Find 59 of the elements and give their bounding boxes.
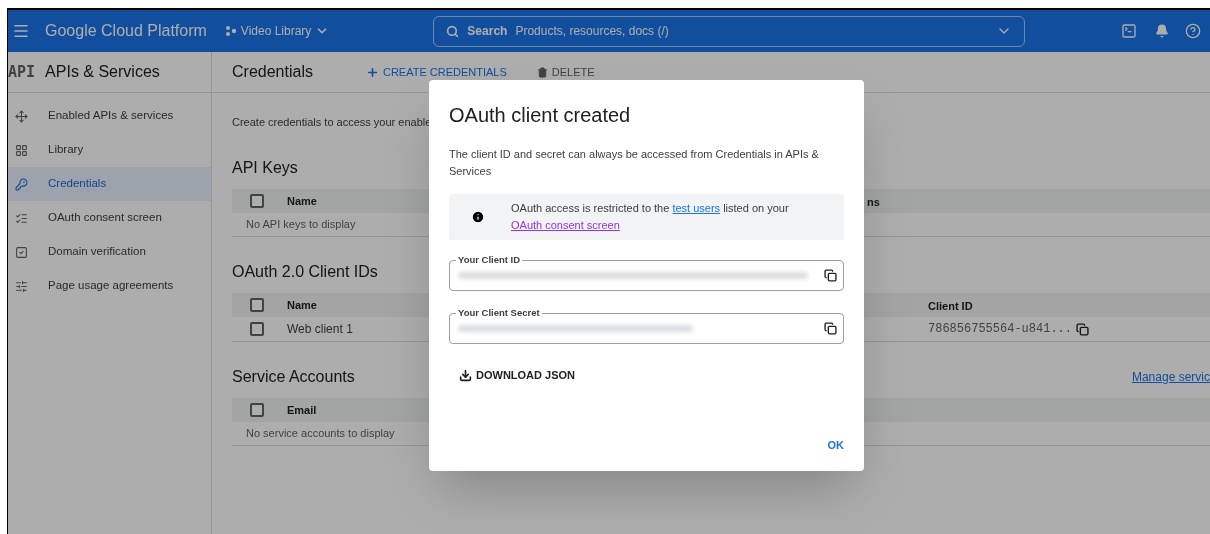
column-header: Client ID (928, 300, 973, 312)
section-title: APIs & Services (45, 62, 160, 82)
bell-icon[interactable] (1155, 24, 1170, 38)
page-title: Credentials (232, 62, 313, 82)
copy-icon[interactable] (1076, 322, 1090, 336)
search-label: Search (467, 23, 508, 40)
sidebar-item[interactable]: Enabled APIs & services (8, 99, 211, 133)
link[interactable]: OAuth consent screen (511, 219, 620, 231)
sidebar-item[interactable]: Credentials (8, 167, 211, 201)
search-field[interactable]: Search Products, resources, docs (/) (433, 15, 1026, 47)
section-title: OAuth 2.0 Client IDs (232, 263, 378, 280)
sidebar-item[interactable]: Library (8, 133, 211, 167)
search-placeholder: Products, resources, docs (/) (515, 23, 669, 40)
checkbox[interactable] (250, 194, 264, 208)
sidebar-item[interactable]: Page usage agreements (8, 269, 211, 303)
info-icon (471, 210, 485, 224)
help-icon[interactable] (1185, 23, 1202, 39)
checkbox[interactable] (250, 322, 264, 336)
column-header: Email (287, 402, 317, 418)
sidebar-item[interactable]: Domain verification (8, 235, 211, 269)
dots-icon (224, 25, 237, 37)
plus-icon (365, 65, 379, 79)
grid-icon (15, 143, 28, 157)
table-cell-text: 786856755564-u841... (928, 321, 1073, 338)
column-header: Name (287, 193, 317, 209)
sliders-icon (15, 279, 28, 293)
column-header: ns (867, 196, 880, 208)
delete-button[interactable]: DELETE (536, 63, 595, 81)
section-title: API Keys (232, 159, 298, 176)
sidebar-item[interactable]: OAuth consent screen (8, 201, 211, 235)
manage-link[interactable]: Manage servic (1131, 368, 1210, 386)
ok-button[interactable]: OK (827, 436, 844, 453)
app-title[interactable]: Google Cloud Platform (45, 19, 207, 43)
project-selector[interactable]: Video Library (224, 22, 330, 40)
checkbox[interactable] (250, 403, 264, 417)
table-cell-text: Web client 1 (287, 321, 353, 338)
arrows-icon (15, 109, 28, 123)
check-square-icon (15, 245, 28, 259)
create-button[interactable]: CREATE CREDENTIALS (365, 63, 507, 81)
copy-icon[interactable] (824, 322, 837, 335)
dialog-title: OAuth client created (449, 103, 632, 128)
menu-icon[interactable] (12, 22, 30, 40)
terminal-icon[interactable] (1121, 23, 1138, 39)
key-icon (15, 177, 28, 191)
empty-message: No API keys to display (246, 217, 356, 233)
download-icon (459, 368, 472, 382)
trash-icon (536, 66, 548, 78)
empty-message: No service accounts to display (246, 426, 395, 442)
copy-icon[interactable] (824, 269, 837, 282)
api-logo: API (8, 61, 36, 83)
notice-text: OAuth access is restricted to the test users listed on your OAuth consent screen (511, 201, 790, 233)
column-header: Name (287, 297, 317, 313)
dialog-description: The client ID and secret can always be accessed from Credentials in APIs & Services (449, 147, 820, 179)
checklist-icon (15, 211, 28, 225)
search-icon (446, 24, 460, 38)
download-button[interactable]: DOWNLOAD JSON (459, 367, 575, 384)
section-title: Service Accounts (232, 368, 355, 385)
link[interactable]: test users (672, 202, 721, 214)
checkbox[interactable] (250, 298, 264, 312)
